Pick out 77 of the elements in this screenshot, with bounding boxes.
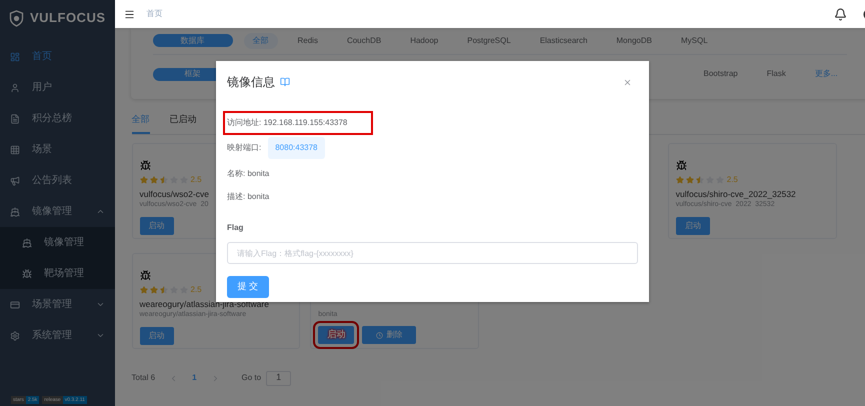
book-icon — [280, 77, 290, 87]
more-link[interactable]: 更多... — [806, 66, 847, 82]
sidebar-item[interactable]: 积分总榜 — [0, 103, 114, 134]
rating-value: 2.5 — [190, 174, 202, 186]
start-button[interactable]: 启动 — [140, 216, 174, 235]
bug-icon — [140, 270, 150, 280]
flag-label: Flag — [227, 222, 244, 234]
star-icon — [140, 176, 148, 184]
flag-input-field[interactable]: 请输入Flag：格式flag-{xxxxxxxx} — [227, 242, 638, 264]
tab[interactable]: 全部 — [132, 113, 150, 134]
card-title: vulfocus/shiro-cve_2022_32532 — [676, 188, 796, 200]
ship-icon — [10, 206, 20, 216]
star-icon — [686, 176, 694, 184]
sidebar-item[interactable]: 镜像管理 — [0, 227, 114, 258]
app-logo-text: VULFOCUS — [30, 9, 106, 28]
user-icon — [10, 82, 20, 92]
total-count: Total 6 — [132, 372, 156, 384]
page-number[interactable]: 1 — [192, 372, 197, 384]
bug-icon — [22, 268, 32, 278]
dashboard-icon — [10, 52, 20, 62]
start-button[interactable]: 启动 — [318, 326, 354, 344]
submit-button[interactable]: 提 交 — [227, 276, 269, 298]
close-icon[interactable] — [623, 78, 632, 86]
start-button[interactable]: 启动 — [676, 216, 710, 235]
rating-value: 2.5 — [190, 284, 202, 296]
port-label: 映射端口: — [227, 142, 262, 154]
start-button[interactable]: 启动 — [140, 326, 174, 345]
settings-icon — [10, 330, 20, 340]
sidebar-item[interactable]: 靶场管理 — [0, 258, 114, 289]
bell-icon[interactable] — [834, 8, 847, 20]
filter-option[interactable]: Hadoop — [401, 32, 448, 48]
clock-icon — [376, 332, 384, 338]
sidebar-item[interactable]: 场景 — [0, 134, 114, 165]
card-title: weareogury/atlassian-jira-software — [140, 298, 269, 310]
card-title: vulfocus/wso2-cve — [140, 188, 209, 200]
menu-icon[interactable] — [124, 8, 134, 20]
filter-option[interactable]: Redis — [288, 32, 327, 48]
shield-logo-icon — [9, 10, 24, 26]
filter-option[interactable]: MySQL — [672, 32, 717, 48]
image-name: 名称: bonita — [227, 168, 270, 180]
half-star-icon — [160, 176, 168, 184]
sidebar-item[interactable]: 系统管理 — [0, 320, 114, 351]
image-description: 描述: bonita — [227, 191, 270, 203]
sidebar-item[interactable]: 公告列表 — [0, 165, 114, 196]
document-icon — [10, 114, 20, 124]
half-star-icon — [696, 176, 704, 184]
star-icon — [150, 286, 158, 294]
megaphone-icon — [10, 176, 20, 186]
category-pill[interactable]: 数据库 — [152, 34, 232, 47]
ship-icon — [22, 238, 32, 248]
sidebar-item[interactable]: 场景管理 — [0, 289, 114, 320]
rating-value: 2.5 — [726, 174, 738, 186]
filter-option[interactable]: PostgreSQL — [458, 32, 520, 48]
filter-option[interactable]: 全部 — [244, 32, 278, 48]
port-tag: 8080:43378 — [268, 137, 324, 159]
star-icon — [676, 176, 684, 184]
bug-icon — [140, 160, 150, 170]
tab[interactable]: 已启动 — [170, 113, 196, 134]
goto-label: Go to — [242, 372, 262, 384]
card-icon — [10, 300, 20, 310]
goto-page-field[interactable]: 1 — [266, 370, 292, 386]
sidebar-item[interactable]: 镜像管理 — [0, 196, 114, 227]
bug-icon — [676, 160, 687, 170]
access-address: 访问地址: 192.168.119.155:43378 — [223, 111, 373, 135]
grid-icon — [10, 144, 20, 154]
star-icon — [140, 286, 148, 294]
filter-option[interactable]: CouchDB — [338, 32, 390, 48]
sidebar-item[interactable]: 首页 — [0, 41, 114, 72]
filter-option[interactable]: Flask — [758, 66, 795, 82]
delete-button[interactable]: 删除 — [362, 326, 416, 344]
half-star-icon — [160, 286, 168, 294]
filter-option[interactable]: Bootstrap — [694, 66, 747, 82]
filter-option[interactable]: Elasticsearch — [530, 32, 596, 48]
sidebar-item[interactable]: 用户 — [0, 72, 114, 103]
filter-option[interactable]: MongoDB — [607, 32, 661, 48]
star-icon — [150, 176, 158, 184]
breadcrumb[interactable]: 首页 — [146, 8, 162, 20]
